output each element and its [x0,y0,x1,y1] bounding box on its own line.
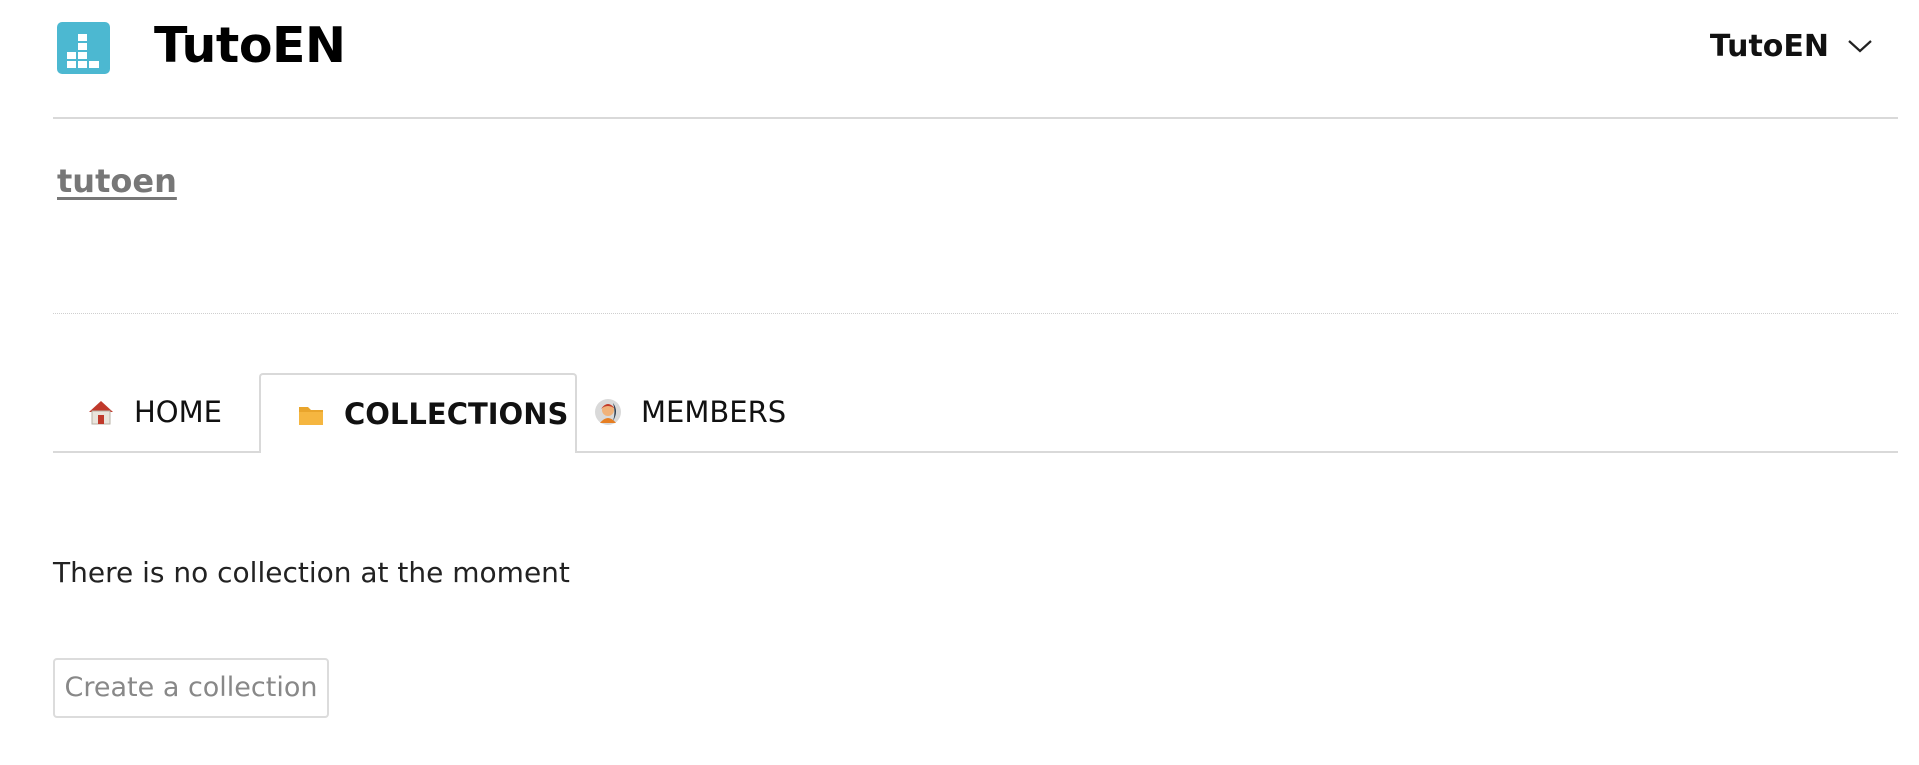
member-avatar-icon [593,397,623,427]
home-icon [86,397,116,427]
header-divider [53,117,1898,119]
account-menu[interactable]: TutoEN [1710,26,1873,66]
tab-home-label: HOME [134,395,222,429]
tab-members-label: MEMBERS [641,395,787,429]
chevron-down-icon [1847,38,1873,54]
folder-icon [296,399,326,429]
brand-title[interactable]: TutoEN [154,16,346,76]
app-logo-icon[interactable] [57,22,110,74]
tab-collections[interactable]: COLLECTIONS [259,373,577,453]
empty-collections-message: There is no collection at the moment [53,556,570,589]
organization-link[interactable]: tutoen [57,162,177,200]
header: TutoEN TutoEN [0,0,1919,119]
tab-home[interactable]: HOME [53,373,259,451]
page: TutoEN TutoEN tutoen HOME COLLECTIONS ME… [0,0,1919,765]
section-divider [53,313,1898,314]
account-name: TutoEN [1709,28,1829,64]
create-collection-button[interactable]: Create a collection [53,658,329,718]
tab-bar: HOME COLLECTIONS MEMBERS [53,373,1898,453]
tab-members[interactable]: MEMBERS [593,373,843,451]
tab-collections-label: COLLECTIONS [344,397,569,431]
